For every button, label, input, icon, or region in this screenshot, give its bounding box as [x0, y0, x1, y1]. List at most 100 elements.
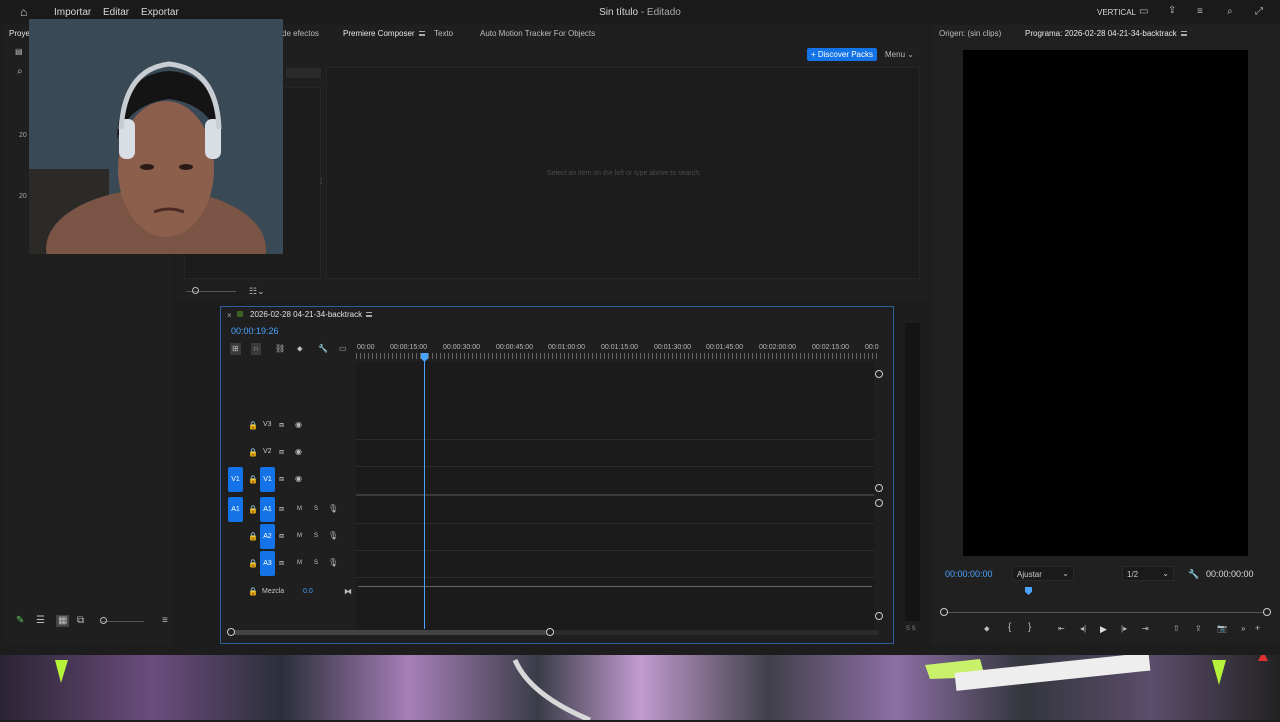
sync-lock-icon[interactable]: ⧈ [279, 504, 284, 514]
tab-project[interactable]: Proye [9, 29, 30, 38]
microphone-icon[interactable]: 🎙 [328, 531, 338, 541]
home-icon[interactable]: ⌂ [20, 5, 27, 19]
program-playhead-marker[interactable] [1025, 587, 1032, 595]
eye-icon[interactable]: ◉ [295, 447, 302, 457]
mix-edge-icon[interactable]: ⧓ [344, 587, 352, 597]
fullscreen-icon[interactable]: ⤢ [1255, 7, 1263, 17]
sort-icon[interactable]: ☷⌄ [249, 286, 265, 296]
resolution-dropdown[interactable]: 1/2 ⌄ [1122, 566, 1174, 581]
add-button-icon[interactable]: + [1255, 623, 1260, 633]
mark-out-icon[interactable]: } [1028, 623, 1031, 633]
tab-premiere-composer[interactable]: Premiere Composer [343, 29, 425, 38]
tab-effects[interactable]: de efectos [282, 29, 319, 38]
timeline-timecode[interactable]: 00:00:19:26 [231, 326, 279, 336]
snap-icon[interactable]: ∩ [251, 343, 261, 355]
horizontal-scrollbar-thumb[interactable] [231, 630, 551, 635]
audio-meter-solo-labels[interactable]: S S [906, 626, 916, 632]
export-frame-camera-icon[interactable]: 📷 [1217, 624, 1227, 634]
settings-wrench-icon[interactable]: 🔧 [1188, 569, 1199, 579]
panel-layout-icon[interactable]: ▭ [1139, 7, 1148, 17]
source-patch-a1[interactable]: A1 [228, 497, 243, 522]
mix-value[interactable]: 0.0 [303, 588, 313, 595]
search-icon[interactable]: ⌕ [1227, 7, 1233, 17]
program-playhead-timecode[interactable]: 00:00:00:00 [945, 569, 993, 579]
playhead-handle[interactable] [421, 353, 428, 362]
vscroll-video-handle[interactable] [875, 484, 883, 492]
mark-in-icon[interactable]: { [1008, 623, 1011, 633]
lock-icon[interactable]: 🔒 [248, 448, 258, 458]
solo-button[interactable]: S [314, 560, 318, 566]
nest-icon[interactable]: ⊞ [230, 343, 241, 355]
scrubber-right-handle[interactable] [1263, 608, 1271, 616]
lock-icon[interactable]: 🔒 [248, 421, 258, 431]
track-area[interactable] [356, 362, 874, 632]
program-scrubber[interactable] [944, 612, 1267, 613]
zoom-slider[interactable] [102, 621, 144, 622]
solo-button[interactable]: S [314, 533, 318, 539]
slider-handle[interactable] [192, 287, 199, 294]
captions-icon[interactable]: ▭ [339, 344, 347, 354]
solo-button[interactable]: S [314, 506, 318, 512]
microphone-icon[interactable]: 🎙 [328, 558, 338, 568]
track-target-a1[interactable]: A1 [260, 497, 275, 522]
tab-program-monitor[interactable]: Programa: 2026-02-28 04-21-34-backtrack [1025, 29, 1187, 38]
linked-selection-icon[interactable]: ⛓ [275, 344, 285, 354]
source-patch-v1[interactable]: V1 [228, 467, 243, 492]
menu-export[interactable]: Exportar [141, 7, 179, 18]
track-target-a2[interactable]: A2 [260, 524, 275, 549]
step-forward-icon[interactable]: |▸ [1121, 624, 1127, 634]
tab-motion-tracker[interactable]: Auto Motion Tracker For Objects [480, 29, 595, 38]
track-target-a3[interactable]: A3 [260, 551, 275, 576]
eye-icon[interactable]: ◉ [295, 420, 302, 430]
add-marker-icon[interactable]: ⬥ [297, 344, 303, 354]
microphone-icon[interactable]: 🎙 [328, 504, 338, 514]
share-icon[interactable]: ⇪ [1168, 6, 1176, 16]
icon-view-icon[interactable]: ▦ [56, 615, 70, 627]
extract-icon[interactable]: ⇪ [1195, 624, 1202, 634]
splitter-handle-icon[interactable]: ⁞ [320, 177, 322, 186]
zoom-slider-handle[interactable] [100, 617, 107, 624]
add-marker-icon[interactable]: ⬥ [984, 624, 990, 634]
wrench-icon[interactable]: 🔧 [318, 344, 328, 354]
sync-lock-icon[interactable]: ⧈ [279, 531, 284, 541]
menu-edit[interactable]: Editar [103, 7, 129, 18]
lock-icon[interactable]: 🔒 [248, 475, 258, 485]
scrubber-left-handle[interactable] [940, 608, 948, 616]
mute-button[interactable]: M [297, 560, 302, 566]
freeform-view-icon[interactable]: ⧉ [77, 616, 84, 626]
lock-icon[interactable]: 🔒 [248, 532, 258, 542]
composer-menu-button[interactable]: Menu ⌄ [885, 50, 914, 59]
program-video-frame[interactable] [963, 50, 1248, 556]
tab-source-monitor[interactable]: Origen: (sin clips) [939, 29, 1001, 38]
pencil-icon[interactable]: ✎ [16, 616, 24, 626]
mute-button[interactable]: M [297, 506, 302, 512]
panel-menu-icon[interactable]: ≡ [162, 616, 168, 626]
sync-lock-icon[interactable]: ⧈ [279, 558, 284, 568]
time-ruler[interactable] [356, 353, 879, 359]
menu-import[interactable]: Importar [54, 7, 91, 18]
track-target-v1[interactable]: V1 [260, 467, 275, 492]
sequence-tab[interactable]: 2026-02-28 04-21-34-backtrack [250, 310, 373, 319]
mute-button[interactable]: M [297, 533, 302, 539]
step-back-icon[interactable]: ◂| [1080, 624, 1086, 634]
hscroll-left-handle[interactable] [227, 628, 235, 636]
lock-icon[interactable]: 🔒 [248, 559, 258, 569]
hscroll-right-handle[interactable] [546, 628, 554, 636]
fit-dropdown[interactable]: Ajustar ⌄ [1012, 566, 1074, 581]
vscroll-audio-handle[interactable] [875, 499, 883, 507]
vscroll-top-handle[interactable] [875, 370, 883, 378]
more-controls-icon[interactable]: » [1241, 624, 1245, 634]
close-sequence-icon[interactable]: × [227, 311, 232, 320]
lift-icon[interactable]: ⇧ [1173, 624, 1180, 634]
play-icon[interactable]: ▶ [1100, 624, 1107, 634]
project-item[interactable]: 20 [19, 132, 27, 139]
sync-lock-icon[interactable]: ⧈ [279, 474, 284, 484]
workspace-label[interactable]: VERTICAL [1097, 8, 1136, 17]
search-field[interactable] [286, 68, 321, 78]
sync-lock-icon[interactable]: ⧈ [279, 447, 284, 457]
menu-icon[interactable]: ≡ [1197, 7, 1203, 17]
go-to-out-icon[interactable]: ⇥ [1142, 624, 1149, 634]
discover-packs-button[interactable]: + Discover Packs [807, 48, 877, 61]
go-to-in-icon[interactable]: ⇤ [1058, 624, 1065, 634]
lock-icon[interactable]: 🔒 [248, 505, 258, 515]
